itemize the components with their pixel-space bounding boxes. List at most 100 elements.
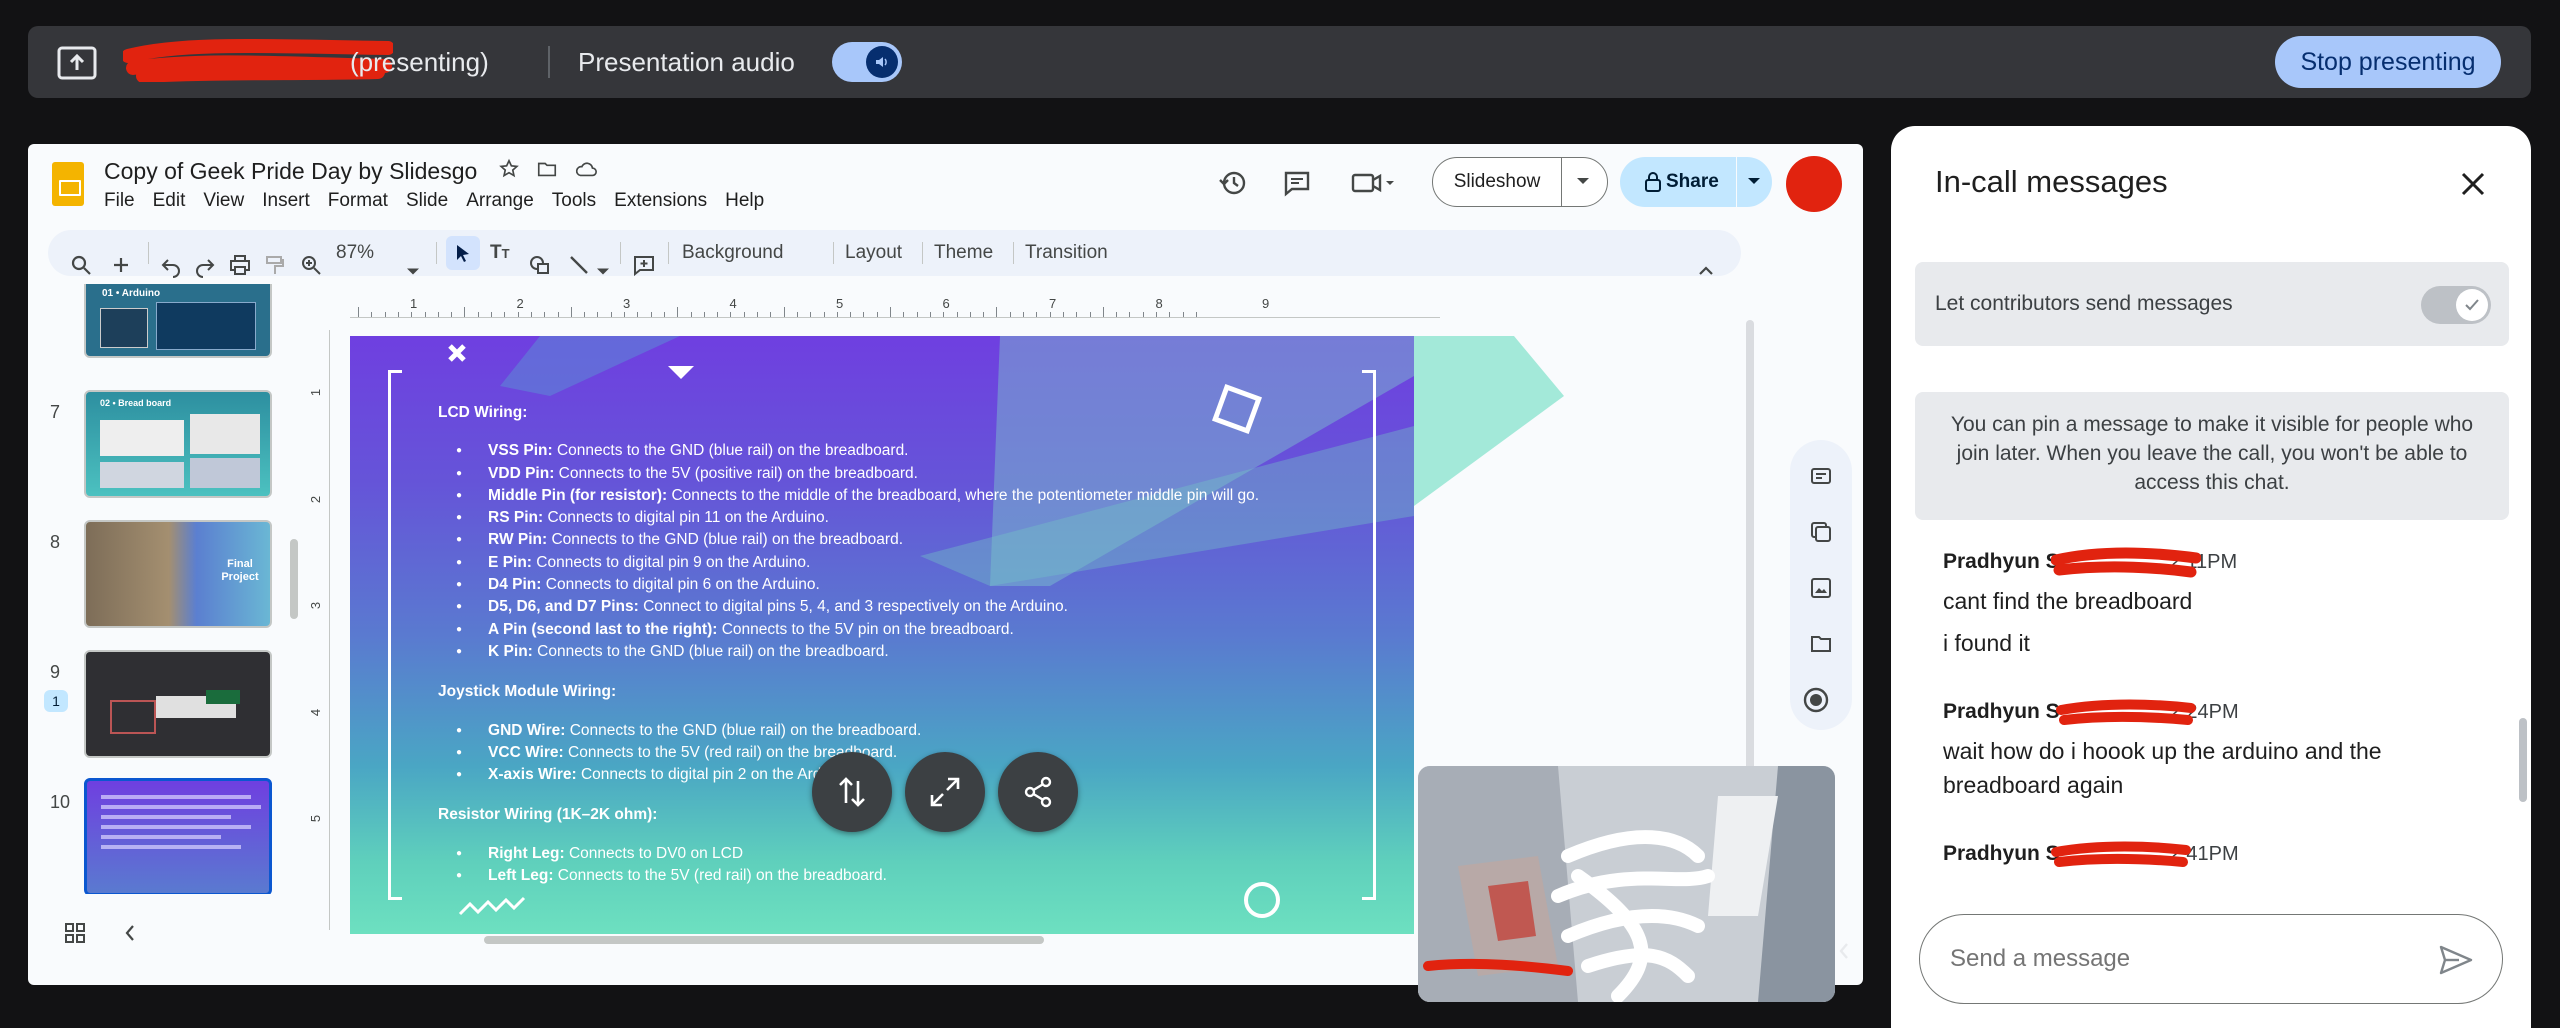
slide-thumbnail[interactable]: 02 • Bread board bbox=[84, 390, 272, 498]
slide-thumbnail[interactable] bbox=[84, 650, 272, 758]
menu-view[interactable]: View bbox=[194, 190, 253, 212]
ruler-tick-label: 8 bbox=[1155, 296, 1163, 311]
speaker-notes-icon[interactable] bbox=[1807, 462, 1835, 490]
slideshow-button[interactable]: Slideshow bbox=[1432, 157, 1608, 207]
bullet-description: Connects to the 5V pin on the breadboard… bbox=[717, 620, 1014, 638]
slide-thumbnail-current[interactable] bbox=[84, 778, 272, 894]
chevron-down-icon[interactable] bbox=[1746, 177, 1762, 187]
menu-bar: File Edit View Insert Format Slide Arran… bbox=[104, 190, 773, 212]
print-icon[interactable] bbox=[228, 242, 252, 288]
cloud-status-icon[interactable] bbox=[574, 158, 598, 185]
bullet-term: RW Pin: bbox=[488, 531, 548, 549]
slide-filmstrip: 01 • Arduino 7 02 • Bread board 8 Final … bbox=[28, 284, 318, 894]
move-folder-icon[interactable] bbox=[536, 158, 558, 185]
message-text: cant find the breadboard bbox=[1943, 588, 2193, 614]
reorder-arrows-button[interactable] bbox=[812, 752, 892, 832]
horizontal-ruler: 1 2 3 4 5 6 7 8 9 bbox=[350, 294, 1440, 318]
share-button[interactable]: Share bbox=[1620, 157, 1772, 207]
chevron-down-icon[interactable] bbox=[596, 249, 610, 295]
zoom-select[interactable]: 87% bbox=[336, 230, 374, 276]
share-screen-button[interactable] bbox=[998, 752, 1078, 832]
collapse-toolbar-icon[interactable] bbox=[1698, 247, 1714, 293]
horizontal-scrollbar[interactable] bbox=[484, 936, 1044, 944]
bullet-term: X-axis Wire: bbox=[488, 766, 577, 784]
comments-icon[interactable] bbox=[1280, 166, 1314, 200]
chevron-left-icon[interactable] bbox=[1834, 936, 1854, 966]
redo-icon[interactable] bbox=[194, 242, 216, 288]
layout-button[interactable]: Layout bbox=[845, 230, 902, 276]
grid-view-icon[interactable] bbox=[64, 922, 86, 944]
stop-presenting-button[interactable]: Stop presenting bbox=[2275, 36, 2501, 88]
close-icon[interactable] bbox=[2453, 164, 2493, 204]
slide-thumbnail[interactable]: Final Project bbox=[84, 520, 272, 628]
bullet-term: VCC Wire: bbox=[488, 743, 564, 761]
self-video-tile[interactable] bbox=[1418, 766, 1835, 1002]
line-icon[interactable] bbox=[568, 242, 590, 288]
divider bbox=[922, 242, 923, 264]
undo-icon[interactable] bbox=[160, 242, 182, 288]
theme-button[interactable]: Theme bbox=[934, 230, 993, 276]
avatar[interactable] bbox=[1786, 156, 1842, 212]
ruler-tick-label: 5 bbox=[836, 296, 844, 311]
version-history-icon[interactable] bbox=[1216, 166, 1250, 200]
meet-camera-icon[interactable] bbox=[1348, 166, 1398, 200]
add-comment-icon[interactable] bbox=[632, 242, 656, 288]
bullet-description: Connects to the GND (blue rail) on the b… bbox=[532, 642, 889, 660]
chat-scrollbar[interactable] bbox=[2519, 718, 2527, 802]
expand-button[interactable] bbox=[905, 752, 985, 832]
slide-bullet: RW Pin: Connects to the GND (blue rail) … bbox=[456, 529, 1259, 551]
chat-title: In-call messages bbox=[1935, 164, 2168, 199]
send-message-input[interactable] bbox=[1950, 915, 2410, 1003]
slide-bullet: RS Pin: Connects to digital pin 11 on th… bbox=[456, 507, 1259, 529]
search-icon[interactable] bbox=[70, 242, 92, 288]
bullet-term: D4 Pin: bbox=[488, 576, 542, 594]
menu-file[interactable]: File bbox=[104, 190, 144, 212]
star-icon[interactable] bbox=[498, 158, 520, 185]
contributor-messages-toggle[interactable] bbox=[2421, 286, 2491, 324]
slide-bullet: Left Leg: Connects to the 5V (red rail) … bbox=[456, 865, 1259, 887]
slide-bullet: VDD Pin: Connects to the 5V (positive ra… bbox=[456, 463, 1259, 485]
menu-edit[interactable]: Edit bbox=[144, 190, 195, 212]
menu-format[interactable]: Format bbox=[319, 190, 397, 212]
message-text: wait how do i hoook up the arduino and t… bbox=[1943, 738, 2382, 798]
thumb-title: 02 • Bread board bbox=[100, 398, 172, 408]
shape-icon[interactable] bbox=[528, 242, 552, 288]
send-icon[interactable] bbox=[2438, 944, 2474, 976]
record-icon[interactable] bbox=[1802, 686, 1830, 714]
background-button[interactable]: Background bbox=[682, 230, 783, 276]
image-insert-icon[interactable] bbox=[1807, 574, 1835, 602]
slides-logo-icon[interactable] bbox=[52, 162, 84, 206]
slide-bullet: K Pin: Connects to the GND (blue rail) o… bbox=[456, 641, 1259, 663]
redaction-mark bbox=[2051, 547, 2201, 578]
message-sender: Pradhyun S bbox=[1943, 700, 2060, 723]
menu-help[interactable]: Help bbox=[716, 190, 773, 212]
comment-count-badge[interactable]: 1 bbox=[44, 690, 68, 712]
menu-slide[interactable]: Slide bbox=[397, 190, 457, 212]
presenting-label: (presenting) bbox=[350, 47, 489, 77]
menu-arrange[interactable]: Arrange bbox=[457, 190, 543, 212]
zoom-icon[interactable] bbox=[300, 242, 322, 288]
folder-icon[interactable] bbox=[1807, 630, 1835, 658]
chevron-down-icon[interactable] bbox=[406, 249, 420, 295]
chevron-left-icon[interactable] bbox=[122, 922, 138, 944]
menu-insert[interactable]: Insert bbox=[253, 190, 319, 212]
select-tool-button[interactable] bbox=[446, 236, 480, 270]
document-title[interactable]: Copy of Geek Pride Day by Slidesgo bbox=[104, 158, 477, 185]
divider bbox=[436, 242, 437, 264]
text-box-icon[interactable]: TT bbox=[490, 230, 510, 276]
new-slide-plus-icon[interactable] bbox=[110, 242, 132, 288]
menu-extensions[interactable]: Extensions bbox=[605, 190, 716, 212]
presentation-audio-toggle[interactable] bbox=[832, 42, 902, 82]
transition-button[interactable]: Transition bbox=[1025, 230, 1108, 276]
ruler-tick-label: 9 bbox=[1262, 296, 1270, 311]
paint-format-icon[interactable] bbox=[264, 242, 286, 288]
filmstrip-scrollbar[interactable] bbox=[290, 539, 298, 619]
redaction-mark bbox=[2051, 841, 2191, 867]
menu-tools[interactable]: Tools bbox=[543, 190, 605, 212]
slide-canvas[interactable]: LCD Wiring: VSS Pin: Connects to the GND… bbox=[350, 336, 1414, 934]
templates-icon[interactable] bbox=[1807, 518, 1835, 546]
slide-thumbnail[interactable]: 01 • Arduino bbox=[84, 284, 272, 358]
chevron-down-icon[interactable] bbox=[1573, 176, 1593, 188]
check-icon bbox=[2456, 289, 2488, 321]
bullet-description: Connects to the GND (blue rail) on the b… bbox=[547, 531, 904, 549]
